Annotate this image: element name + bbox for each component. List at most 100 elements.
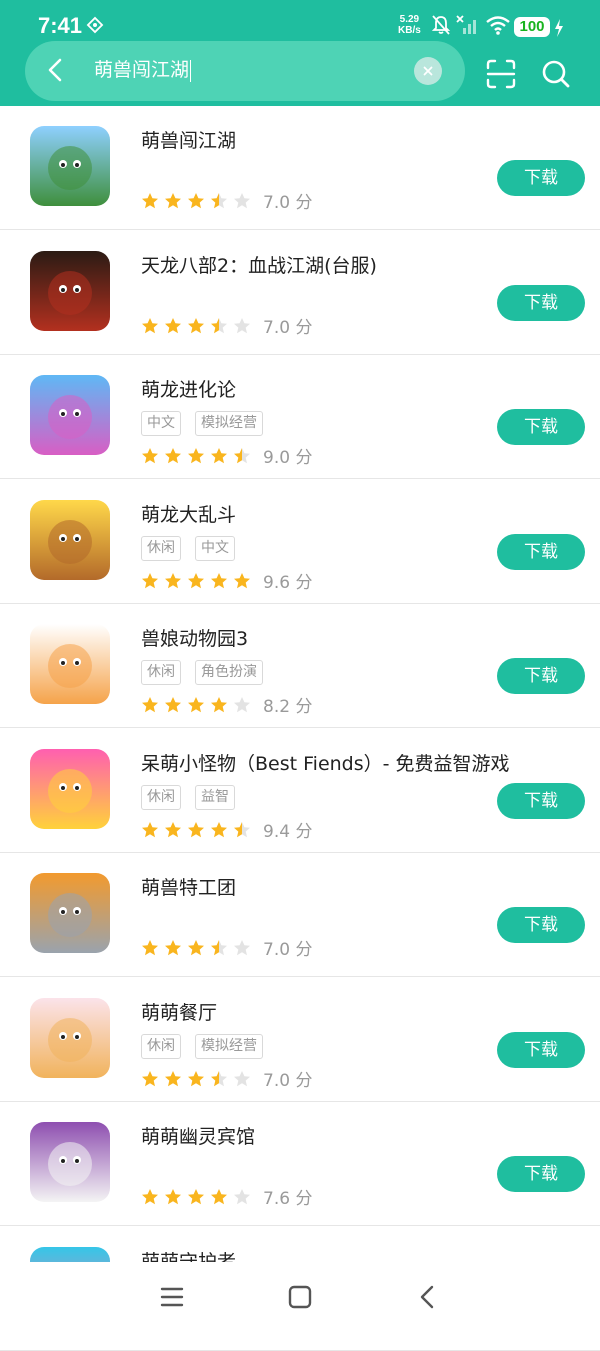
- search-icon[interactable]: [540, 58, 572, 90]
- star-filled-icon: [188, 572, 204, 588]
- star-half-icon: [211, 317, 227, 333]
- home-icon[interactable]: [287, 1284, 313, 1310]
- download-button[interactable]: 下载: [497, 1032, 585, 1068]
- category-tag: 中文: [195, 536, 235, 561]
- star-filled-icon: [165, 317, 181, 333]
- category-tag: 益智: [195, 785, 235, 810]
- app-rating: 9.4 分: [141, 817, 312, 842]
- app-list-item[interactable]: 萌兽闯江湖 7.0 分 下载: [0, 106, 600, 230]
- app-list-item[interactable]: 天龙八部2：血战江湖(台服) 7.0 分 下载: [0, 231, 600, 355]
- star-filled-icon: [165, 696, 181, 712]
- menu-icon[interactable]: [159, 1284, 185, 1310]
- app-title[interactable]: 萌龙进化论: [141, 375, 236, 402]
- category-tag: 角色扮演: [195, 660, 263, 685]
- app-title[interactable]: 天龙八部2：血战江湖(台服): [141, 251, 377, 278]
- star-filled-icon: [165, 572, 181, 588]
- app-title[interactable]: 萌萌幽灵宾馆: [141, 1122, 255, 1149]
- app-rating: 7.0 分: [141, 188, 312, 213]
- star-half-icon: [211, 939, 227, 955]
- text-cursor: [190, 59, 192, 82]
- app-tags: 休闲 中文: [141, 536, 249, 561]
- star-filled-icon: [142, 447, 158, 463]
- star-empty-icon: [234, 939, 250, 955]
- category-tag: 休闲: [141, 785, 181, 810]
- app-list-item[interactable]: 萌龙大乱斗休闲 中文 9.6 分 下载: [0, 480, 600, 604]
- back-icon[interactable]: [415, 1284, 441, 1310]
- ghost-waiter-icon[interactable]: [30, 1122, 110, 1202]
- back-arrow-icon[interactable]: [42, 56, 70, 84]
- star-half-icon: [211, 1070, 227, 1086]
- app-tags: 休闲 角色扮演: [141, 660, 277, 685]
- star-filled-icon: [211, 821, 227, 837]
- category-tag: 模拟经营: [195, 1034, 263, 1059]
- star-filled-icon: [165, 447, 181, 463]
- dragon-egg-icon[interactable]: [30, 375, 110, 455]
- app-rating: 7.0 分: [141, 935, 312, 960]
- blood-warrior-icon[interactable]: [30, 251, 110, 331]
- chef-girl-icon[interactable]: [30, 998, 110, 1078]
- app-list-item[interactable]: 萌兽特工团 7.0 分 下载: [0, 853, 600, 977]
- star-filled-icon: [165, 192, 181, 208]
- star-filled-icon: [142, 939, 158, 955]
- battery-level: 100: [514, 17, 550, 37]
- star-filled-icon: [211, 572, 227, 588]
- app-rating: 9.6 分: [141, 568, 312, 593]
- search-bar[interactable]: [25, 41, 465, 101]
- download-button[interactable]: 下载: [497, 907, 585, 943]
- scan-icon[interactable]: [485, 58, 517, 90]
- wifi-icon: [486, 16, 510, 35]
- star-filled-icon: [188, 821, 204, 837]
- star-empty-icon: [234, 192, 250, 208]
- app-list-item[interactable]: 萌萌幽灵宾馆 7.6 分 下载: [0, 1102, 600, 1226]
- download-button[interactable]: 下载: [497, 658, 585, 694]
- star-half-icon: [234, 821, 250, 837]
- download-button[interactable]: 下载: [497, 409, 585, 445]
- download-button[interactable]: 下载: [497, 1156, 585, 1192]
- app-title[interactable]: 萌龙大乱斗: [141, 500, 236, 527]
- rating-score: 9.6 分: [263, 573, 313, 593]
- app-title[interactable]: 呆萌小怪物（Best Fiends）- 免费益智游戏: [141, 749, 510, 776]
- app-title[interactable]: 兽娘动物园3: [141, 624, 248, 651]
- panda-warrior-icon[interactable]: [30, 126, 110, 206]
- app-title[interactable]: 萌兽闯江湖: [141, 126, 236, 153]
- star-filled-icon: [211, 447, 227, 463]
- category-tag: 休闲: [141, 536, 181, 561]
- star-filled-icon: [234, 572, 250, 588]
- category-tag: 模拟经营: [195, 411, 263, 436]
- star-filled-icon: [211, 696, 227, 712]
- app-list-item[interactable]: 呆萌小怪物（Best Fiends）- 免费益智游戏 休闲 益智 9.4 分 下载: [0, 729, 600, 853]
- notifications-off-icon: [431, 15, 451, 35]
- status-time: 7:41: [38, 13, 83, 38]
- download-button[interactable]: 下载: [497, 285, 585, 321]
- app-title[interactable]: 萌萌餐厅: [141, 998, 217, 1025]
- download-button[interactable]: 下载: [497, 160, 585, 196]
- star-empty-icon: [234, 696, 250, 712]
- rating-score: 7.6 分: [263, 1189, 313, 1209]
- clear-search-button[interactable]: [414, 57, 442, 85]
- download-button[interactable]: 下载: [497, 783, 585, 819]
- status-bar: 7:41 5.29 KB/s 100: [0, 0, 600, 40]
- app-list-item[interactable]: 萌萌餐厅休闲 模拟经营 7.0 分 下载: [0, 978, 600, 1102]
- knight-fox-icon[interactable]: [30, 873, 110, 953]
- star-filled-icon: [142, 1070, 158, 1086]
- pink-monster-icon[interactable]: [30, 749, 110, 829]
- app-rating: 7.0 分: [141, 1066, 312, 1091]
- category-tag: 休闲: [141, 1034, 181, 1059]
- animal-girls-icon[interactable]: [30, 624, 110, 704]
- app-list-item[interactable]: 兽娘动物园3 休闲 角色扮演 8.2 分下载: [0, 604, 600, 728]
- app-title[interactable]: 萌兽特工团: [141, 873, 236, 900]
- download-button[interactable]: 下载: [497, 534, 585, 570]
- rating-score: 7.0 分: [263, 193, 313, 213]
- star-filled-icon: [211, 1188, 227, 1204]
- location-diamond-icon: [86, 16, 104, 34]
- star-filled-icon: [188, 939, 204, 955]
- rating-score: 9.4 分: [263, 822, 313, 842]
- app-list-item[interactable]: 萌龙进化论 中文 模拟经营 9.0 分下载: [0, 355, 600, 479]
- search-input[interactable]: 萌兽闯江湖: [94, 56, 192, 84]
- star-filled-icon: [165, 1188, 181, 1204]
- cookie-icon[interactable]: [30, 500, 110, 580]
- star-empty-icon: [234, 317, 250, 333]
- app-tags: 休闲 益智: [141, 785, 249, 810]
- star-filled-icon: [142, 192, 158, 208]
- star-filled-icon: [188, 1070, 204, 1086]
